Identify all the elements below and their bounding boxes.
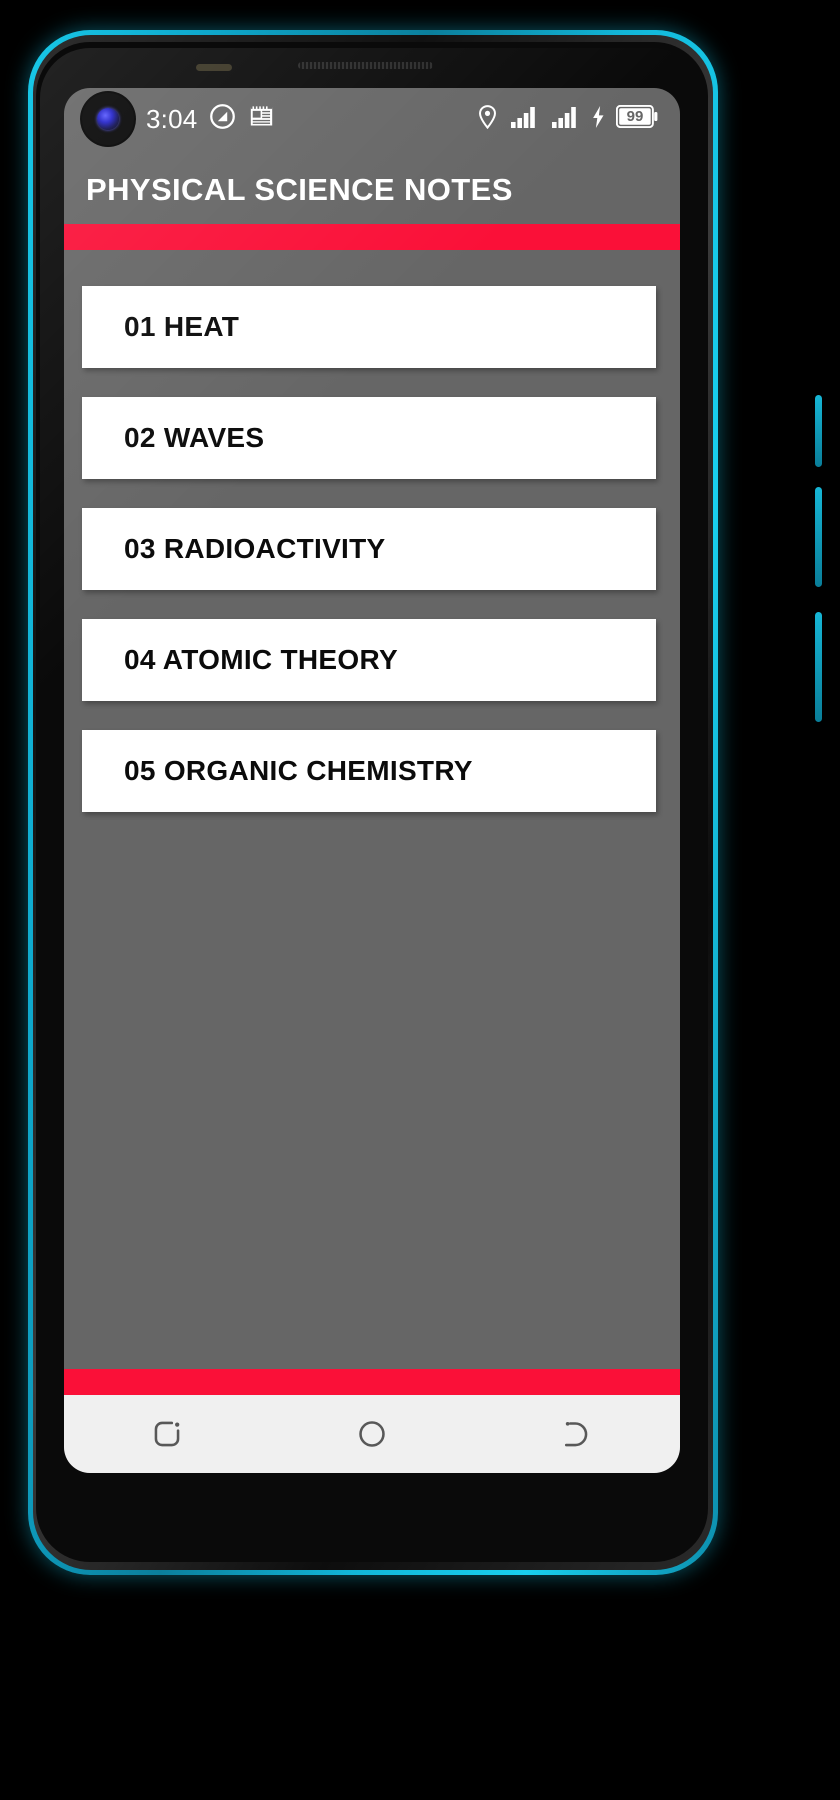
- bottom-accent-bar: [64, 1369, 680, 1395]
- chapter-label: 02 WAVES: [124, 422, 265, 453]
- charging-bolt-icon: [592, 105, 605, 133]
- app-bar: PHYSICAL SCIENCE NOTES: [64, 150, 680, 224]
- system-nav-bar: [64, 1395, 680, 1473]
- back-button[interactable]: [542, 1399, 612, 1469]
- top-accent-bar: [64, 224, 680, 250]
- battery-level-text: 99: [626, 108, 644, 125]
- chapter-label: 04 ATOMIC THEORY: [124, 644, 398, 675]
- chapter-label: 03 RADIOACTIVITY: [124, 533, 386, 564]
- signal-sim1-icon: [510, 105, 540, 134]
- chapter-card-04[interactable]: 04 ATOMIC THEORY: [82, 619, 656, 701]
- chapter-label: 05 ORGANIC CHEMISTRY: [124, 755, 473, 786]
- status-clock: 3:04: [146, 103, 198, 134]
- phone-screen: 3:04 99 PHYSICAL SCIENCE NOTES 01 HEAT 0…: [64, 88, 680, 1473]
- news-widget-icon: [248, 103, 275, 135]
- chapter-card-03[interactable]: 03 RADIOACTIVITY: [82, 508, 656, 590]
- battery-icon: 99: [615, 104, 658, 133]
- chapter-card-01[interactable]: 01 HEAT: [82, 286, 656, 368]
- chapter-label: 01 HEAT: [124, 311, 240, 342]
- chapter-card-02[interactable]: 02 WAVES: [82, 397, 656, 479]
- empty-list-area: [64, 841, 680, 1369]
- side-button-power[interactable]: [815, 612, 822, 722]
- signal-sim2-icon: [551, 105, 581, 134]
- home-button[interactable]: [337, 1399, 407, 1469]
- page-title: PHYSICAL SCIENCE NOTES: [86, 172, 513, 207]
- recents-button[interactable]: [132, 1399, 202, 1469]
- sensor-strip: [196, 64, 232, 71]
- do-not-disturb-icon: [209, 103, 236, 135]
- side-button-volume-down[interactable]: [815, 487, 822, 587]
- punch-hole-camera-icon: [82, 93, 134, 145]
- location-icon: [476, 104, 499, 135]
- chapter-card-05[interactable]: 05 ORGANIC CHEMISTRY: [82, 730, 656, 812]
- screenshot-root: 3:04 99 PHYSICAL SCIENCE NOTES 01 HEAT 0…: [0, 0, 840, 1800]
- earpiece-speaker: [298, 62, 433, 69]
- chapter-list: 01 HEAT 02 WAVES 03 RADIOACTIVITY 04 ATO…: [64, 250, 680, 841]
- status-bar: 3:04 99: [64, 88, 680, 150]
- side-button-volume-up[interactable]: [815, 395, 822, 467]
